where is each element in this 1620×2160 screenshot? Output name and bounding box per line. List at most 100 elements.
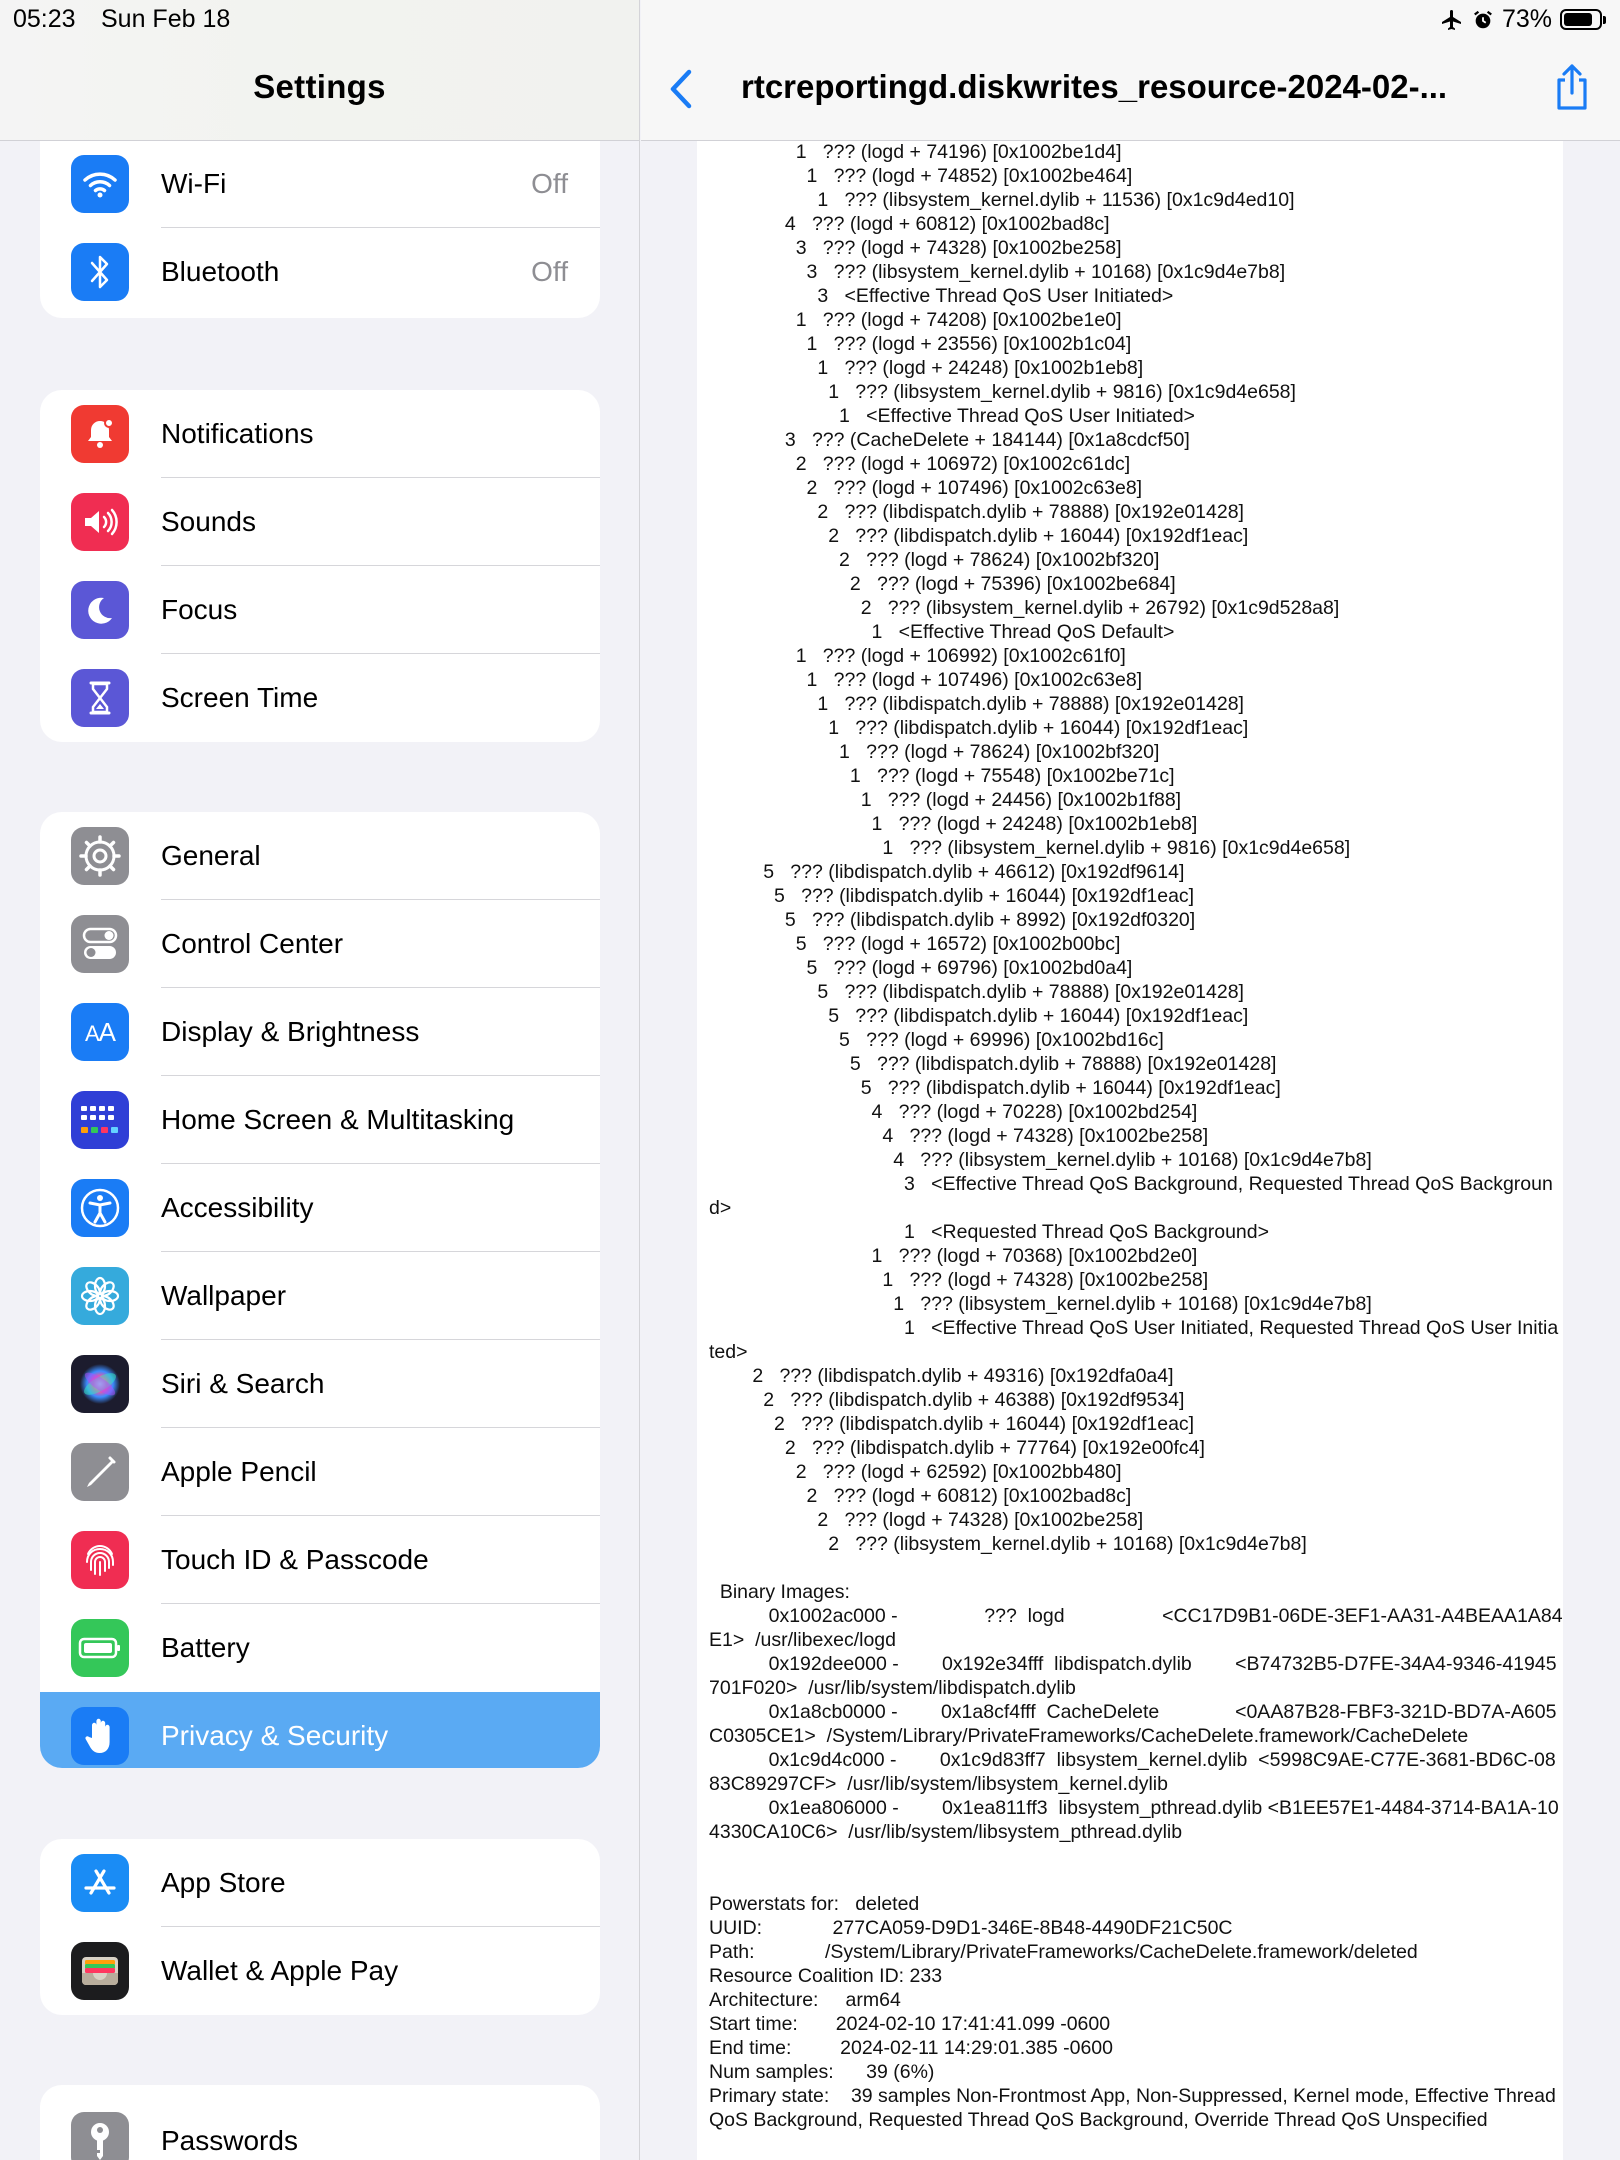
sidebar-item-label: Sounds xyxy=(161,506,256,537)
sidebar-item-label: Wi-Fi xyxy=(161,168,227,199)
sidebar-item-display-brightness[interactable]: AA Display & Brightness xyxy=(40,988,600,1076)
sidebar-item-screen-time[interactable]: Screen Time xyxy=(40,654,600,742)
report-line: 2 ??? (libsystem_kernel.dylib + 26792) [… xyxy=(860,597,1340,619)
settings-group-connectivity-rows: Wi-Fi Off Bluetooth Off xyxy=(40,140,600,318)
report-line: 1 ??? (logd + 24456) [0x1002b1f88] xyxy=(860,789,1182,811)
fingerprint-icon xyxy=(71,1531,129,1589)
report-line: 1 <Effective Thread QoS User Initiated, … xyxy=(709,1317,1559,1363)
hand-icon xyxy=(71,1707,129,1765)
report-line: 0x1002ac000 - ??? logd <CC17D9B1-06DE-3E… xyxy=(709,1605,1563,1651)
report-line: 0x1c9d4c000 - 0x1c9d83ff7 libsystem_kern… xyxy=(709,1749,1556,1795)
status-date: Sun Feb 18 xyxy=(101,5,231,33)
sidebar-item-label: Bluetooth xyxy=(161,256,280,287)
report-line: 0x1ea806000 - 0x1ea811ff3 libsystem_pthr… xyxy=(709,1797,1559,1843)
flower-icon xyxy=(71,1267,129,1325)
report-line: 1 ??? (logd + 74196) [0x1002be1d4] xyxy=(795,141,1122,163)
report-line: 2 ??? (libdispatch.dylib + 49316) [0x192… xyxy=(752,1365,1174,1387)
sidebar-item-privacy-security[interactable]: Privacy & Security xyxy=(40,1692,600,1768)
report-line: 4 ??? (logd + 60812) [0x1002bad8c] xyxy=(784,213,1110,235)
key-icon xyxy=(71,2112,129,2160)
detail-pane: rtcreportingd.diskwrites_resource-2024-0… xyxy=(641,0,1620,2160)
wallet-icon xyxy=(71,1942,129,2000)
settings-group-general: General Control Center AA Display & Brig… xyxy=(40,812,600,1768)
report-line: 3 <Effective Thread QoS User Initiated> xyxy=(817,285,1174,307)
sidebar-item-app-store[interactable]: App Store xyxy=(40,1839,600,1927)
report-line: 5 ??? (logd + 16572) [0x1002b00bc] xyxy=(795,933,1121,955)
report-line: 1 ??? (logd + 24248) [0x1002b1eb8] xyxy=(871,813,1198,835)
report-line: Powerstats for: deleted xyxy=(709,1893,920,1915)
sidebar-item-siri-search[interactable]: Siri & Search xyxy=(40,1340,600,1428)
sidebar-item-label: Focus xyxy=(161,594,238,625)
siri-icon xyxy=(71,1355,129,1413)
report-line: 2 ??? (libdispatch.dylib + 16044) [0x192… xyxy=(828,525,1249,547)
sidebar-item-touch-id-passcode[interactable]: Touch ID & Passcode xyxy=(40,1516,600,1604)
report-line: 0x1a8cb0000 - 0x1a8cf4fff CacheDelete <0… xyxy=(709,1701,1557,1747)
sidebar-item-passwords[interactable]: Passwords xyxy=(40,2097,600,2160)
back-chevron-icon[interactable] xyxy=(665,66,699,112)
report-line: 1 ??? (logd + 78624) [0x1002bf320] xyxy=(839,741,1160,763)
status-bar: 05:23 Sun Feb 18 73% xyxy=(0,0,1620,40)
sidebar-item-label: Notifications xyxy=(161,418,314,449)
battery-percent: 73% xyxy=(1501,5,1552,33)
sidebar-item-label: Control Center xyxy=(161,928,344,959)
wifi-status-value: Off xyxy=(531,168,568,199)
toggles-icon xyxy=(71,915,129,973)
status-time: 05:23 xyxy=(13,5,76,33)
report-line: 5 ??? (libdispatch.dylib + 16044) [0x192… xyxy=(828,1005,1249,1027)
alarm-icon xyxy=(1474,10,1492,28)
sidebar-item-notifications[interactable]: Notifications xyxy=(40,390,600,478)
sidebar-item-home-screen-multitasking[interactable]: Home Screen & Multitasking xyxy=(40,1076,600,1164)
accessibility-icon xyxy=(71,1179,129,1237)
sidebar-item-wallpaper[interactable]: Wallpaper xyxy=(40,1252,600,1340)
report-line: 1 ??? (logd + 74328) [0x1002be258] xyxy=(882,1269,1209,1291)
report-line: 5 ??? (libdispatch.dylib + 78888) [0x192… xyxy=(817,981,1244,1003)
sidebar-item-general[interactable]: General xyxy=(40,812,600,900)
report-line: 2 ??? (libsystem_kernel.dylib + 10168) [… xyxy=(828,1533,1307,1555)
report-line: 3 ??? (CacheDelete + 184144) [0x1a8cdcf5… xyxy=(784,429,1190,451)
report-line: 5 ??? (logd + 69796) [0x1002bd0a4] xyxy=(806,957,1133,979)
report-line: 2 ??? (logd + 78624) [0x1002bf320] xyxy=(839,549,1160,571)
report-line: 1 ??? (libsystem_kernel.dylib + 11536) [… xyxy=(817,189,1295,211)
settings-group-passwords: Passwords xyxy=(40,2085,600,2160)
sidebar-item-focus[interactable]: Focus xyxy=(40,566,600,654)
sidebar-item-label: General xyxy=(161,840,261,871)
report-line: 2 ??? (libdispatch.dylib + 16044) [0x192… xyxy=(774,1413,1195,1435)
sidebar-item-label: Battery xyxy=(161,1632,250,1663)
sidebar-item-accessibility[interactable]: Accessibility xyxy=(40,1164,600,1252)
pencil-icon xyxy=(71,1443,129,1501)
sidebar-item-bluetooth[interactable]: Bluetooth Off xyxy=(40,228,600,316)
report-line: 1 ??? (libsystem_kernel.dylib + 9816) [0… xyxy=(882,837,1351,859)
sidebar-item-control-center[interactable]: Control Center xyxy=(40,900,600,988)
report-line: 1 ??? (logd + 70368) [0x1002bd2e0] xyxy=(871,1245,1198,1267)
report-line: 2 ??? (libdispatch.dylib + 78888) [0x192… xyxy=(817,501,1244,523)
sidebar-item-label: Display & Brightness xyxy=(161,1016,420,1047)
report-line: End time: 2024-02-11 14:29:01.385 -0600 xyxy=(709,2037,1113,2059)
report-line: 3 ??? (libsystem_kernel.dylib + 10168) [… xyxy=(806,261,1286,283)
report-line: 2 ??? (logd + 74328) [0x1002be258] xyxy=(817,1509,1144,1531)
sidebar-item-battery[interactable]: Battery xyxy=(40,1604,600,1692)
report-line: 4 ??? (logd + 70228) [0x1002bd254] xyxy=(871,1101,1198,1123)
report-line: 1 ??? (logd + 24248) [0x1002b1eb8] xyxy=(817,357,1144,379)
report-line: 5 ??? (logd + 69996) [0x1002bd16c] xyxy=(839,1029,1164,1051)
bluetooth-icon xyxy=(71,243,129,301)
report-line: 1 ??? (libdispatch.dylib + 16044) [0x192… xyxy=(828,717,1249,739)
bell-icon xyxy=(71,405,129,463)
report-line: 0x192dee000 - 0x192e34fff libdispatch.dy… xyxy=(709,1653,1557,1699)
sidebar-item-label: Siri & Search xyxy=(161,1368,325,1399)
report-line: 1 <Effective Thread QoS User Initiated> xyxy=(839,405,1195,427)
report-line: 1 ??? (libsystem_kernel.dylib + 10168) [… xyxy=(893,1293,1372,1315)
sidebar-item-wallet-apple-pay[interactable]: Wallet & Apple Pay xyxy=(40,1927,600,2015)
sidebar-item-wifi-row[interactable]: Wi-Fi Off xyxy=(40,140,600,228)
report-line: 5 ??? (libdispatch.dylib + 16044) [0x192… xyxy=(860,1077,1281,1099)
share-icon[interactable] xyxy=(1552,62,1592,112)
report-line: 3 ??? (logd + 74328) [0x1002be258] xyxy=(795,237,1122,259)
hourglass-icon xyxy=(71,669,129,727)
report-line: Primary state: 39 samples Non-Frontmost … xyxy=(709,2085,1556,2131)
report-line: 2 ??? (logd + 106972) [0x1002c61dc] xyxy=(795,453,1131,475)
sidebar-item-sounds[interactable]: Sounds xyxy=(40,478,600,566)
gear-icon xyxy=(71,827,129,885)
settings-group-notifications: Notifications Sounds Focus Screen Time xyxy=(40,390,600,742)
sidebar-item-apple-pencil[interactable]: Apple Pencil xyxy=(40,1428,600,1516)
app-grid-icon xyxy=(71,1091,129,1149)
report-line: 2 ??? (logd + 107496) [0x1002c63e8] xyxy=(806,477,1143,499)
